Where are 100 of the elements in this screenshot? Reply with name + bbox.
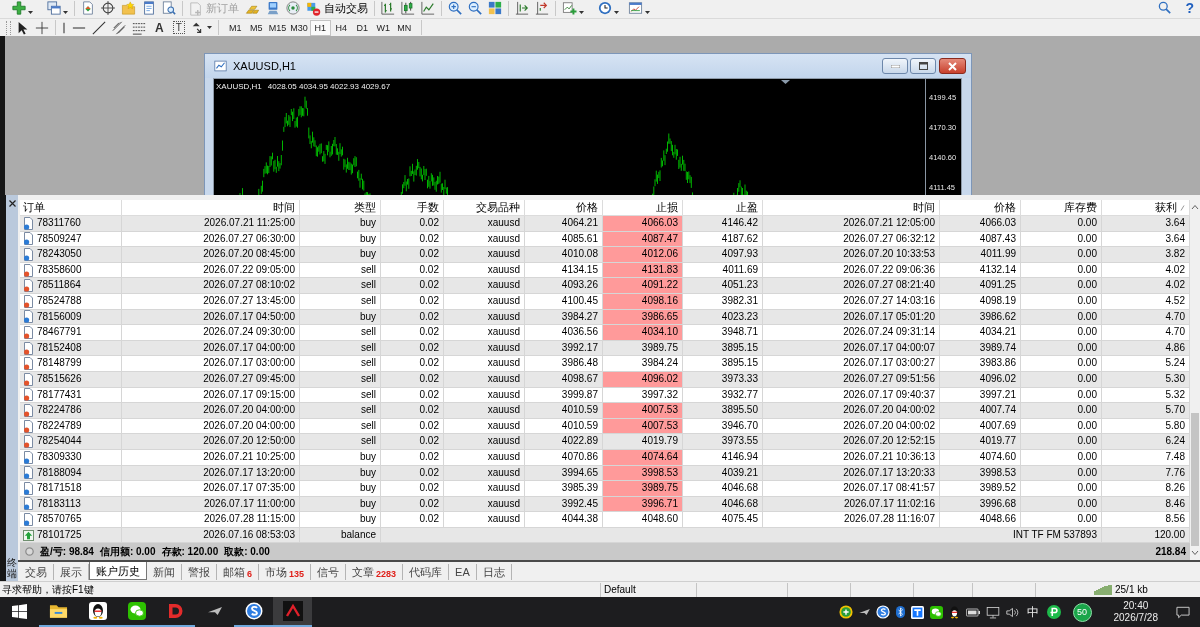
close-button[interactable] xyxy=(8,200,16,207)
tab[interactable]: 交易 xyxy=(19,564,54,580)
circle-app-icon[interactable] xyxy=(1046,605,1061,619)
chart-window-icon[interactable] xyxy=(628,1,643,15)
tab[interactable]: 邮箱 6 xyxy=(217,564,259,580)
auto-trading-button[interactable]: 自动交易 xyxy=(306,1,368,16)
timeframe-button[interactable]: H4 xyxy=(330,19,352,36)
column-header[interactable]: 订单 xyxy=(20,200,122,215)
document-icon[interactable] xyxy=(142,1,156,15)
timeframe-button[interactable]: H1 xyxy=(309,19,331,36)
chart-shift-icon[interactable] xyxy=(515,1,529,15)
column-header[interactable]: 交易品种 xyxy=(444,200,525,215)
signal-icon[interactable] xyxy=(286,1,300,15)
table-cell-text: 78515626 xyxy=(37,371,82,386)
document-search-icon[interactable] xyxy=(162,1,176,15)
network-monitor-icon[interactable] xyxy=(985,605,1000,619)
column-header[interactable]: 止盈 xyxy=(683,200,763,215)
battery-icon[interactable] xyxy=(965,607,980,617)
table-cell: 4007.74 xyxy=(940,403,1021,418)
caret-icon[interactable] xyxy=(579,11,584,14)
plus-icon[interactable] xyxy=(12,1,26,15)
timeframe-button[interactable]: M5 xyxy=(245,19,267,36)
table-row[interactable]: 78224786 2026.07.20 04:00:00 sell 0.02 xauusd 4010.59 4007.53 3895.50 2026.07.20 04:00:02 4007.74 0.00 5.70 xyxy=(20,403,1190,419)
horizontal-line-icon[interactable] xyxy=(72,25,86,30)
zoom-out-icon[interactable] xyxy=(468,1,482,15)
close-button[interactable] xyxy=(939,58,966,74)
caret-icon[interactable] xyxy=(28,11,33,14)
caret-icon[interactable] xyxy=(645,11,650,14)
cursor-icon[interactable] xyxy=(17,20,29,35)
table-cell: 0.02 xyxy=(381,418,444,434)
timeframe-button[interactable]: W1 xyxy=(372,19,394,36)
timeframe-button[interactable]: MN xyxy=(393,19,415,36)
star-folder-icon[interactable] xyxy=(121,1,136,15)
timeframe-button[interactable]: M30 xyxy=(288,19,310,36)
table-row[interactable]: 78511864 2026.07.27 08:10:02 sell 0.02 xauusd 4093.26 4091.22 4051.23 2026.07.27 08:21:40 4091.25 0.00 4.02 xyxy=(20,278,1190,294)
caret-icon[interactable] xyxy=(63,11,68,14)
caret-square-icon xyxy=(282,601,303,621)
tab[interactable]: 文章 2283 xyxy=(346,564,404,580)
maximize-button[interactable] xyxy=(910,58,936,74)
tab[interactable]: 账户历史 xyxy=(89,562,147,580)
table-row[interactable]: 78254044 2026.07.20 12:50:00 sell 0.02 xauusd 4022.89 4019.79 3973.55 2026.07.20 12:52:15 4019.77 0.00 6.24 xyxy=(20,434,1190,450)
clock-date[interactable]: 2026/7/28 xyxy=(1113,612,1158,624)
input-method-indicator[interactable]: 中 xyxy=(1026,603,1039,621)
tile-windows-icon[interactable] xyxy=(488,1,502,15)
help-button[interactable]: ? xyxy=(1185,1,1194,16)
computer-icon[interactable] xyxy=(266,1,280,15)
bar-chart-icon[interactable] xyxy=(381,1,395,15)
timeframe-button[interactable]: M1 xyxy=(224,19,246,36)
taskbar-app[interactable] xyxy=(273,597,312,627)
candlestick-icon[interactable] xyxy=(401,1,415,15)
timeframe-button[interactable]: M15 xyxy=(266,19,289,36)
trend-line-icon[interactable] xyxy=(92,20,106,35)
search-icon[interactable] xyxy=(1158,1,1172,14)
app-square-icon[interactable] xyxy=(910,605,924,619)
caret-icon[interactable] xyxy=(614,11,619,14)
column-header[interactable]: 价格 xyxy=(525,200,603,215)
document-diamond-icon[interactable] xyxy=(81,1,95,15)
caret-icon[interactable] xyxy=(206,26,212,29)
notification-icon[interactable] xyxy=(1176,605,1190,619)
text-tool[interactable]: A xyxy=(155,20,164,35)
crosshair-icon[interactable] xyxy=(101,1,115,15)
column-header[interactable]: 价格 xyxy=(940,200,1021,215)
tab[interactable]: 日志 xyxy=(476,564,512,580)
table-row[interactable]: 78311760 2026.07.21 11:25:00 buy 0.02 xauusd 4064.21 4066.03 4146.42 2026.07.21 12:05:00 4066.03 0.00 3.64 xyxy=(20,216,1190,232)
timeframe-button[interactable]: D1 xyxy=(351,19,373,36)
clock-time[interactable]: 20:40 xyxy=(1123,600,1149,612)
column-header[interactable]: 止损 xyxy=(603,200,683,215)
tab[interactable]: 新闻 xyxy=(147,564,182,580)
swirl-circle-icon[interactable] xyxy=(875,605,890,619)
table-cell: 78570765 xyxy=(37,512,82,527)
tab[interactable]: 代码库 xyxy=(403,564,450,580)
tab[interactable]: 市场 135 xyxy=(259,564,312,580)
column-header[interactable]: 时间 xyxy=(763,200,940,215)
tab[interactable]: 警报 xyxy=(182,564,217,580)
text-label-tool[interactable]: T xyxy=(172,21,185,34)
tab[interactable]: 信号 xyxy=(311,564,347,580)
table-cell: 4087.43 xyxy=(940,231,1021,247)
tab[interactable]: EA xyxy=(449,564,477,580)
chat-bubbles-icon[interactable] xyxy=(929,605,943,619)
circle-icon xyxy=(25,547,34,557)
zoom-in-icon[interactable] xyxy=(448,1,462,15)
column-header[interactable]: 类型 xyxy=(300,200,381,215)
clock-icon[interactable] xyxy=(598,1,612,15)
line-chart-icon[interactable] xyxy=(421,1,435,15)
table-cell: 2026.07.17 13:20:00 xyxy=(122,465,300,481)
plus-circle-icon[interactable] xyxy=(838,605,853,619)
bluetooth-icon[interactable] xyxy=(895,605,905,619)
penguin-icon[interactable] xyxy=(948,605,960,619)
autoscroll-icon[interactable] xyxy=(535,1,549,15)
vertical-line-icon[interactable] xyxy=(62,20,66,35)
column-header[interactable]: 手数 xyxy=(381,200,444,215)
speaker-icon[interactable] xyxy=(1005,605,1019,619)
dashed-lines-icon[interactable] xyxy=(132,20,146,35)
channel-icon[interactable] xyxy=(112,20,126,35)
column-header[interactable]: 库存费 xyxy=(1021,200,1102,215)
column-header[interactable]: 时间 xyxy=(122,200,300,215)
table-cell: buy xyxy=(300,481,381,496)
plane-icon[interactable] xyxy=(858,609,870,615)
windows-icon[interactable] xyxy=(47,1,61,15)
table-row[interactable]: 78243050 2026.07.20 08:45:00 buy 0.02 xauusd 4010.08 4012.06 4097.93 2026.07.20 10:33:53 4011.99 0.00 3.82 xyxy=(20,247,1190,263)
